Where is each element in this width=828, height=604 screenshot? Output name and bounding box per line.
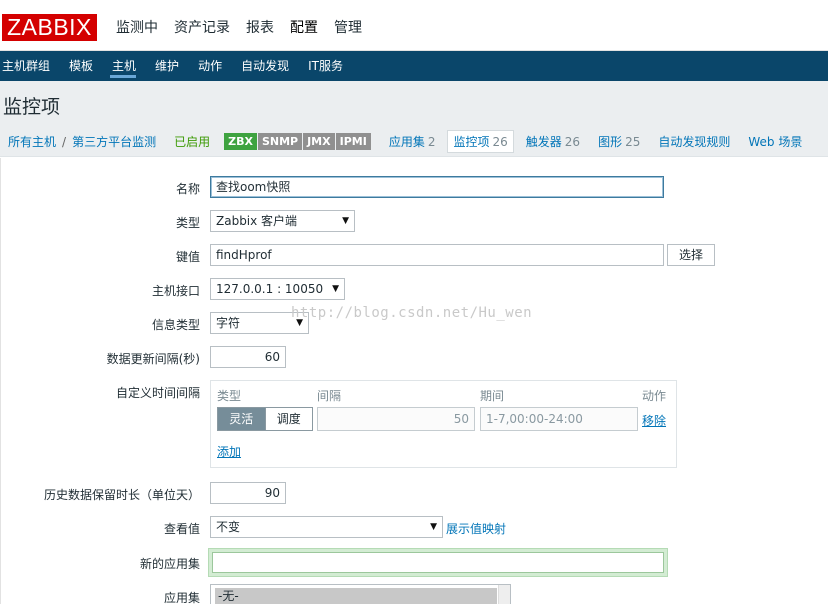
tab-label: 应用集 xyxy=(388,135,425,149)
update-interval-label: 数据更新间隔(秒) xyxy=(106,352,200,366)
period-input[interactable]: 1-7,00:00-24:00 xyxy=(480,407,638,431)
tab-count: 26 xyxy=(564,135,581,149)
watermark: http://blog.csdn.net/Hu_wen xyxy=(291,305,533,321)
interval-input[interactable]: 50 xyxy=(317,407,475,431)
custom-intervals-label: 自定义时间间隔 xyxy=(115,386,200,400)
tab-web-scenarios[interactable]: Web 场景 xyxy=(748,133,802,150)
nav-administration[interactable]: 管理 xyxy=(326,14,370,44)
interface-select-value: 127.0.0.1 : 10050 xyxy=(216,282,324,296)
badge-zbx: ZBX xyxy=(224,133,257,150)
info-type-label: 信息类型 xyxy=(151,318,200,332)
tab-discovery-rules[interactable]: 自动发现规则 xyxy=(658,133,730,150)
interval-type-toggle: 灵活 调度 xyxy=(217,407,313,431)
tab-triggers[interactable]: 触发器 26 xyxy=(526,133,580,150)
page-title: 监控项 xyxy=(3,96,61,118)
type-select[interactable]: Zabbix 客户端 xyxy=(210,210,355,232)
tab-label: 图形 xyxy=(598,135,623,149)
item-form: 名称 查找oom快照 类型 Zabbix 客户端 键值 findHprof 选择… xyxy=(0,158,828,604)
breadcrumb-host[interactable]: 第三方平台监测 xyxy=(72,133,156,150)
page-header: 监控项 xyxy=(0,81,828,127)
badge-ipmi: IPMI xyxy=(335,133,371,150)
nav-reports[interactable]: 报表 xyxy=(238,14,282,44)
type-select-value: Zabbix 客户端 xyxy=(216,214,298,228)
tab-count: 25 xyxy=(625,135,641,149)
add-interval-link[interactable]: 添加 xyxy=(217,443,241,460)
header-action: 动作 xyxy=(642,389,667,403)
new-application-input[interactable] xyxy=(212,552,664,573)
badge-snmp: SNMP xyxy=(257,133,303,150)
show-value-select[interactable]: 不变 xyxy=(210,516,443,538)
breadcrumb-all-hosts[interactable]: 所有主机 xyxy=(8,133,56,150)
subnav-it-services[interactable]: IT服务 xyxy=(306,51,352,81)
zabbix-logo[interactable]: ZABBIX xyxy=(2,14,97,41)
new-application-wrapper xyxy=(208,548,668,577)
tab-label: 自动发现规则 xyxy=(658,135,731,149)
tab-count: 2 xyxy=(427,135,436,149)
header-type: 类型 xyxy=(217,389,242,403)
update-interval-input[interactable]: 60 xyxy=(210,346,286,368)
mode-flexible-button[interactable]: 灵活 xyxy=(218,408,265,430)
nav-inventory[interactable]: 资产记录 xyxy=(166,14,238,44)
subnav-templates[interactable]: 模板 xyxy=(67,51,102,81)
subnav-maintenance[interactable]: 维护 xyxy=(153,51,188,81)
main-nav: 监测中 资产记录 报表 配置 管理 xyxy=(108,14,370,44)
host-status[interactable]: 已启用 xyxy=(174,133,210,150)
info-type-select-value: 字符 xyxy=(216,316,241,330)
name-label: 名称 xyxy=(175,182,200,196)
interface-label: 主机接口 xyxy=(151,284,200,298)
tab-applications[interactable]: 应用集 2 xyxy=(389,133,436,150)
applications-label: 应用集 xyxy=(163,591,200,604)
tab-label: 监控项 xyxy=(453,135,490,149)
new-application-label: 新的应用集 xyxy=(139,557,200,571)
top-header: ZABBIX 监测中 资产记录 报表 配置 管理 xyxy=(0,0,828,51)
remove-interval-link[interactable]: 移除 xyxy=(642,412,666,429)
badge-jmx: JMX xyxy=(303,133,335,150)
subnav-discovery[interactable]: 自动发现 xyxy=(239,51,298,81)
history-input[interactable]: 90 xyxy=(210,482,286,504)
tab-count: 26 xyxy=(492,135,508,149)
key-label: 键值 xyxy=(175,250,200,264)
sub-nav: 主机群组 模板 主机 维护 动作 自动发现 IT服务 xyxy=(0,51,828,81)
select-key-button[interactable]: 选择 xyxy=(667,244,715,266)
tab-label: Web 场景 xyxy=(748,135,803,149)
mode-scheduling-button[interactable]: 调度 xyxy=(264,408,312,430)
subnav-hosts[interactable]: 主机 xyxy=(110,51,145,81)
key-input[interactable]: findHprof xyxy=(210,244,664,266)
tab-items[interactable]: 监控项 26 xyxy=(447,130,514,153)
subnav-actions[interactable]: 动作 xyxy=(196,51,231,81)
sub-nav-bar: 主机群组 模板 主机 维护 动作 自动发现 IT服务 xyxy=(0,51,828,81)
nav-configuration[interactable]: 配置 xyxy=(282,14,326,44)
show-value-select-value: 不变 xyxy=(216,520,241,534)
breadcrumb: 所有主机 / 第三方平台监测 已启用 ZBX SNMP JMX IPMI 应用集… xyxy=(0,127,828,157)
applications-option-none[interactable]: -无- xyxy=(215,588,497,604)
header-interval: 间隔 xyxy=(317,389,342,403)
tab-label: 触发器 xyxy=(525,135,562,149)
breadcrumb-separator: / xyxy=(62,134,67,149)
header-period: 期间 xyxy=(480,389,505,403)
name-input[interactable]: 查找oom快照 xyxy=(210,176,664,198)
value-mapping-link[interactable]: 展示值映射 xyxy=(446,520,506,537)
applications-listbox[interactable]: -无- xyxy=(210,584,511,604)
custom-intervals-table: 类型 间隔 期间 动作 灵活 调度 50 1-7,00:00-24:00 移除 … xyxy=(210,380,677,468)
applications-scrollbar[interactable] xyxy=(498,585,510,604)
interface-select[interactable]: 127.0.0.1 : 10050 xyxy=(210,278,345,300)
tab-graphs[interactable]: 图形 25 xyxy=(598,133,640,150)
history-label: 历史数据保留时长（单位天） xyxy=(43,488,200,502)
nav-monitoring[interactable]: 监测中 xyxy=(108,14,166,44)
type-label: 类型 xyxy=(175,216,200,230)
subnav-host-groups[interactable]: 主机群组 xyxy=(0,51,59,81)
show-value-label: 查看值 xyxy=(163,522,200,536)
